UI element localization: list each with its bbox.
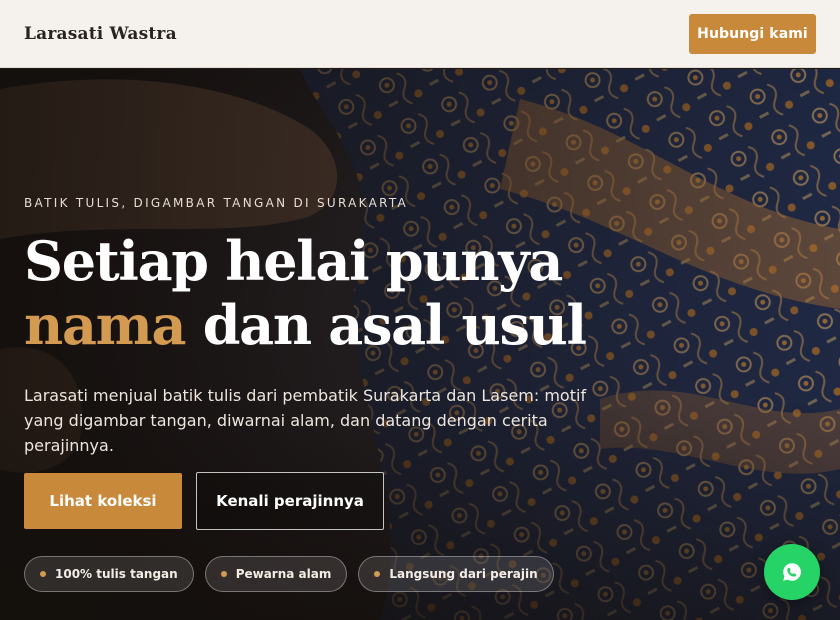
feature-pill-label: 100% tulis tangan — [55, 567, 178, 581]
hero-section: BATIK TULIS, DIGAMBAR TANGAN DI SURAKART… — [0, 69, 840, 620]
feature-pill: 100% tulis tangan — [24, 556, 194, 592]
hero-kicker: BATIK TULIS, DIGAMBAR TANGAN DI SURAKART… — [24, 196, 409, 210]
whatsapp-icon — [783, 563, 801, 581]
feature-pills: 100% tulis tangan Pewarna alam Langsung … — [24, 556, 554, 592]
headline-line-1: Setiap helai punya — [24, 229, 563, 293]
contact-button[interactable]: Hubungi kami — [689, 13, 816, 54]
view-collection-button[interactable]: Lihat koleksi — [24, 473, 182, 529]
bullet-dot-icon — [40, 571, 46, 577]
feature-pill: Langsung dari perajin — [358, 556, 554, 592]
feature-pill-label: Langsung dari perajin — [389, 567, 538, 581]
feature-pill-label: Pewarna alam — [235, 567, 332, 581]
feature-pill: Pewarna alam — [204, 556, 348, 592]
bullet-dot-icon — [220, 571, 227, 577]
headline-accent-word: nama — [24, 293, 186, 357]
whatsapp-chat-button[interactable] — [764, 544, 820, 600]
hero-description: Larasati menjual batik tulis dari pembat… — [24, 386, 587, 455]
site-header: Larasati Wastra Hubungi kami — [0, 0, 840, 68]
headline-line-2: dan asal usul — [202, 293, 587, 357]
meet-artisans-button[interactable]: Kenali perajinnya — [196, 472, 384, 530]
bullet-dot-icon — [374, 571, 381, 577]
brand-logo[interactable]: Larasati Wastra — [24, 24, 177, 44]
hero-headline: Setiap helai punya nama dan asal usul — [24, 229, 624, 357]
